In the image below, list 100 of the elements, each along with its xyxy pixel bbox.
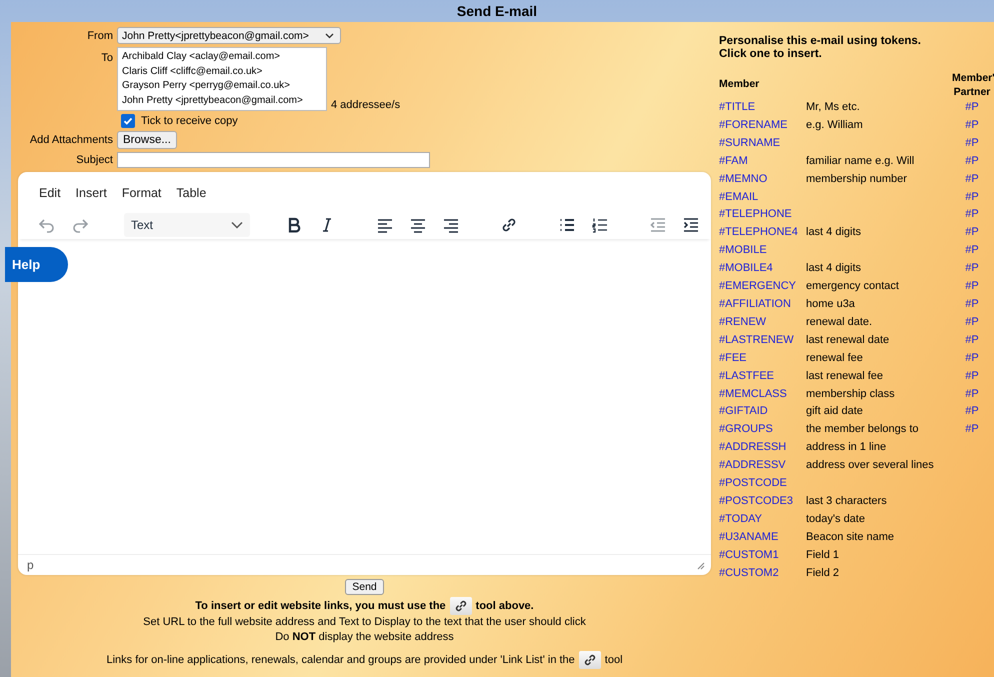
partner-token-link[interactable]: #P bbox=[952, 116, 992, 135]
token-description: e.g. William bbox=[806, 118, 864, 133]
to-label: To bbox=[100, 51, 113, 64]
token-description: Mr, Ms etc. bbox=[806, 100, 861, 115]
token-link[interactable]: #MEMNO bbox=[719, 170, 806, 189]
token-link[interactable]: #FEE bbox=[719, 350, 806, 368]
token-description: home u3a bbox=[806, 296, 856, 312]
token-link[interactable]: #TITLE bbox=[719, 99, 806, 117]
token-link[interactable]: #AFFILIATION bbox=[719, 296, 806, 314]
token-description: membership number bbox=[806, 172, 908, 187]
partner-token-link[interactable]: #P bbox=[952, 224, 992, 242]
token-link[interactable]: #MOBILE bbox=[719, 242, 806, 260]
partner-token-link[interactable]: #P bbox=[952, 188, 992, 206]
token-description: the member belongs to bbox=[806, 422, 920, 438]
token-link[interactable]: #MOBILE4 bbox=[719, 260, 806, 278]
token-link[interactable]: #POSTCODE bbox=[719, 475, 806, 493]
chevron-icon bbox=[325, 32, 334, 38]
token-description: gift aid date bbox=[806, 404, 864, 420]
token-description: last 4 digits bbox=[806, 261, 862, 276]
token-link[interactable]: #GROUPS bbox=[719, 421, 806, 440]
instruction-text: tool above. bbox=[476, 598, 534, 614]
partner-token-link[interactable]: #P bbox=[952, 152, 992, 171]
token-link[interactable]: #MEMCLASS bbox=[719, 386, 806, 404]
token-description: last renewal date bbox=[806, 332, 890, 348]
token-link[interactable]: #FAM bbox=[719, 152, 806, 171]
token-link[interactable]: #LASTFEE bbox=[719, 368, 806, 386]
partner-token-link[interactable]: #P bbox=[952, 206, 992, 224]
subject-label: Subject bbox=[75, 154, 113, 166]
token-link[interactable]: #CUSTOM2 bbox=[719, 564, 806, 582]
token-link[interactable]: #FORENAME bbox=[719, 116, 806, 135]
menu-item[interactable]: Insert bbox=[76, 186, 107, 204]
token-link[interactable]: #TELEPHONE4 bbox=[719, 224, 806, 242]
menu-item[interactable]: Format bbox=[122, 186, 162, 204]
partner-token-link[interactable]: #P bbox=[952, 314, 992, 332]
partner-token-link[interactable]: #P bbox=[952, 260, 992, 278]
token-description: Field 2 bbox=[806, 566, 840, 581]
from-label: From bbox=[86, 30, 113, 42]
attachments-label: Add Attachments bbox=[28, 134, 113, 146]
partner-token-link[interactable]: #P bbox=[952, 278, 992, 296]
token-description: last renewal fee bbox=[806, 368, 884, 384]
instruction-text: To insert or edit website links, you must use the bbox=[195, 598, 446, 614]
token-description: today's date bbox=[806, 512, 866, 527]
token-description: familiar name e.g. Will bbox=[806, 154, 916, 169]
tokens-intro: Click one to insert. bbox=[719, 48, 823, 60]
link-icon bbox=[450, 597, 472, 615]
send-button[interactable]: Send bbox=[345, 579, 384, 595]
recipient-option[interactable]: Archibald Clay <aclay@email.com> bbox=[122, 50, 322, 64]
page-title: Send E-mail bbox=[456, 3, 538, 21]
token-link[interactable]: #EMERGENCY bbox=[719, 278, 806, 296]
token-link[interactable]: #TODAY bbox=[719, 510, 806, 529]
partner-token-link[interactable]: #P bbox=[952, 368, 992, 386]
token-description: Beacon site name bbox=[806, 530, 896, 545]
partner-token-link[interactable]: #P bbox=[952, 386, 992, 404]
token-link[interactable]: #ADDRESSV bbox=[719, 457, 806, 476]
token-link[interactable]: #ADDRESSH bbox=[719, 439, 806, 458]
subject-field[interactable] bbox=[117, 152, 430, 168]
token-link[interactable]: #LASTRENEW bbox=[719, 332, 806, 350]
token-link[interactable]: #POSTCODE3 bbox=[719, 492, 806, 511]
format-select[interactable]: Text bbox=[124, 213, 250, 237]
tokens-intro: Personalise this e-mail using tokens. bbox=[719, 35, 922, 48]
recipient-option[interactable]: John Pretty <jprettybeacon@gmail.com> bbox=[122, 94, 322, 108]
token-link[interactable]: #U3ANAME bbox=[719, 528, 806, 547]
partner-token-link[interactable]: #P bbox=[952, 332, 992, 350]
partner-token-link[interactable]: #P bbox=[952, 242, 992, 260]
instruction-text: Do NOT display the website address bbox=[275, 630, 454, 645]
partner-token-link[interactable]: #P bbox=[952, 99, 992, 117]
partner-token-link[interactable]: #P bbox=[952, 170, 992, 189]
instruction-text: Set URL to the full website address and Text to Display to the text that the user should click bbox=[143, 615, 586, 630]
copy-checkbox[interactable] bbox=[121, 114, 135, 128]
token-link[interactable]: #TELEPHONE bbox=[719, 206, 806, 224]
token-description: renewal date. bbox=[806, 314, 874, 330]
token-link[interactable]: #RENEW bbox=[719, 314, 806, 332]
menu-item[interactable]: Edit bbox=[39, 186, 61, 204]
resize-handle-icon[interactable] bbox=[696, 560, 705, 570]
browse-button[interactable]: Browse... bbox=[117, 131, 177, 149]
instruction-text: tool bbox=[604, 652, 623, 668]
instruction-text: Links for on-line applications, renewals, calendar and groups are provided under 'Link List' in the bbox=[106, 652, 575, 668]
token-description: emergency contact bbox=[806, 279, 900, 294]
token-description: last 4 digits bbox=[806, 225, 862, 240]
token-link[interactable]: #CUSTOM1 bbox=[719, 546, 806, 565]
token-link[interactable]: #SURNAME bbox=[719, 134, 806, 153]
recipient-option[interactable]: Grayson Perry <perryg@email.co.uk> bbox=[122, 79, 322, 94]
partner-token-link[interactable]: #P bbox=[952, 134, 992, 153]
help-tab[interactable]: Help bbox=[5, 247, 68, 282]
from-select[interactable]: John Pretty<jprettybeacon@gmail.com> bbox=[117, 27, 341, 44]
column-header: Member bbox=[719, 77, 760, 92]
copy-label: Tick to receive copy bbox=[141, 115, 238, 127]
partner-token-link[interactable]: #P bbox=[952, 421, 992, 440]
menu-item[interactable]: Table bbox=[176, 186, 206, 204]
token-link[interactable]: #EMAIL bbox=[719, 188, 806, 206]
token-link[interactable]: #GIFTAID bbox=[719, 403, 806, 422]
partner-token-link[interactable]: #P bbox=[952, 350, 992, 368]
partner-token-link[interactable]: #P bbox=[952, 403, 992, 422]
token-description: address over several lines bbox=[806, 458, 935, 474]
recipient-list[interactable]: Archibald Clay <aclay@email.com> Claris Cliff <cliffc@email.co.uk> Grayson Perry <perryg@email.co.uk> John Pretty <jprettybeacon@gmail.com> bbox=[117, 47, 327, 111]
token-description: renewal fee bbox=[806, 350, 864, 366]
partner-token-link[interactable]: #P bbox=[952, 296, 992, 314]
link-icon bbox=[578, 651, 601, 669]
recipient-option[interactable]: Claris Cliff <cliffc@email.co.uk> bbox=[122, 64, 322, 79]
token-description: address in 1 line bbox=[806, 440, 888, 456]
